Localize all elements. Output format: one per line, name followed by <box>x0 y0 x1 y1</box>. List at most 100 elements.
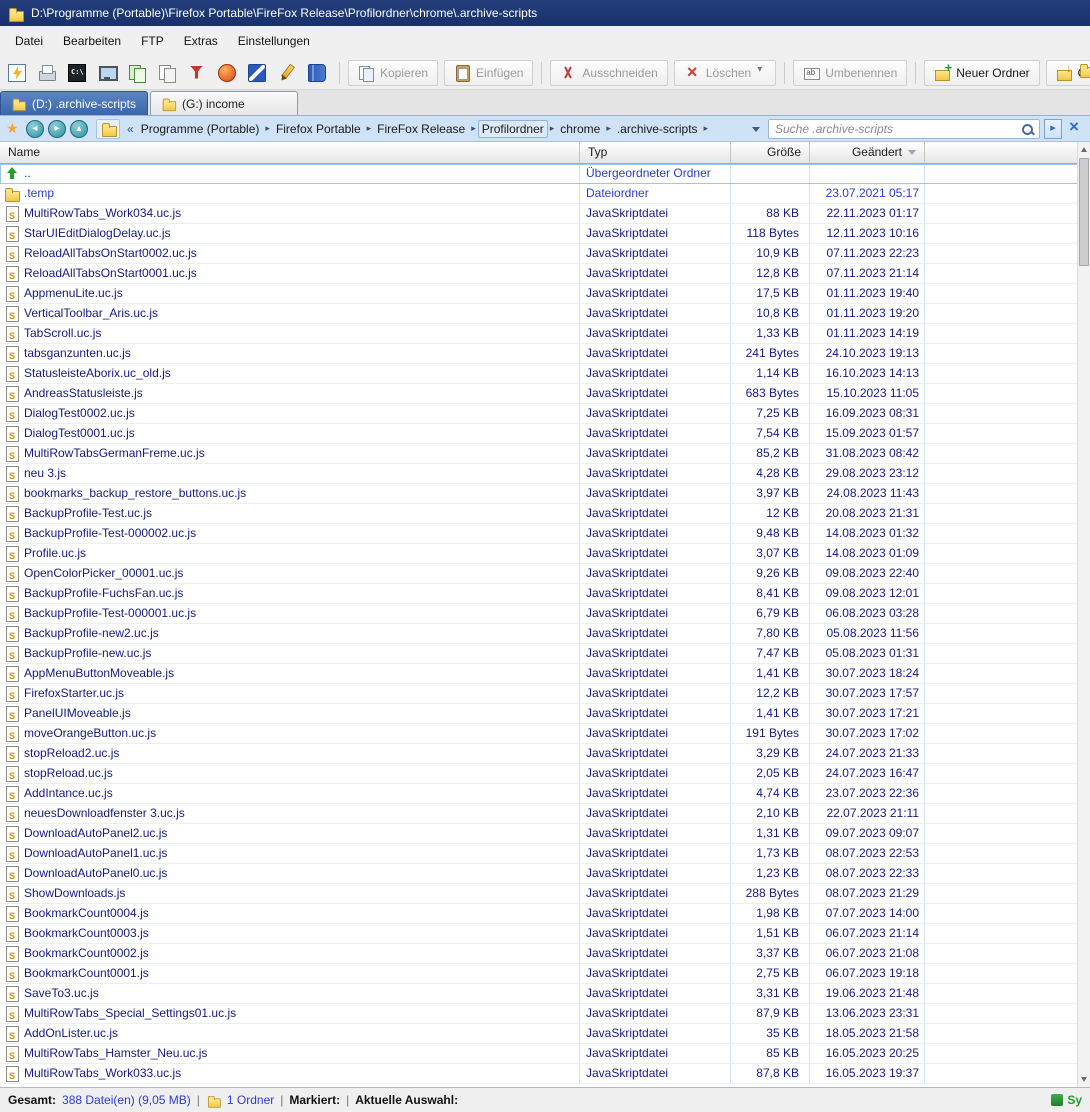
column-header-type[interactable]: Typ <box>580 142 731 163</box>
forward-button[interactable] <box>48 120 66 138</box>
flag-button[interactable] <box>244 60 270 86</box>
table-row[interactable]: MultiRowTabs_Hamster_Neu.uc.js JavaSkrip… <box>0 1044 1090 1064</box>
menu-item-ftp[interactable]: FTP <box>132 30 173 52</box>
table-row[interactable]: TabScroll.uc.js JavaSkriptdatei 1,33 KB … <box>0 324 1090 344</box>
table-row[interactable]: VerticalToolbar_Aris.uc.js JavaSkriptdat… <box>0 304 1090 324</box>
table-row[interactable]: stopReload2.uc.js JavaSkriptdatei 3,29 K… <box>0 744 1090 764</box>
scroll-down-button[interactable] <box>1078 1072 1090 1087</box>
table-row[interactable]: BackupProfile-new2.uc.js JavaSkriptdatei… <box>0 624 1090 644</box>
breadcrumb-item-programme-portable[interactable]: Programme (Portable) <box>137 120 264 138</box>
file-name: BackupProfile-FuchsFan.uc.js <box>24 584 183 603</box>
menu-item-bearbeiten[interactable]: Bearbeiten <box>54 30 130 52</box>
breadcrumb-item-firefox-release[interactable]: FireFox Release <box>373 120 469 138</box>
table-row[interactable]: ReloadAllTabsOnStart0001.uc.js JavaSkrip… <box>0 264 1090 284</box>
table-row[interactable]: Profile.uc.js JavaSkriptdatei 3,07 KB 14… <box>0 544 1090 564</box>
archive-button[interactable] <box>304 60 330 86</box>
table-row[interactable]: FirefoxStarter.uc.js JavaSkriptdatei 12,… <box>0 684 1090 704</box>
table-row[interactable]: BookmarkCount0002.js JavaSkriptdatei 3,3… <box>0 944 1090 964</box>
table-row[interactable]: StatusleisteAborix.uc_old.js JavaSkriptd… <box>0 364 1090 384</box>
cut-icon <box>560 65 576 81</box>
copy-layout-button[interactable] <box>124 60 150 86</box>
table-row[interactable]: MultiRowTabsGermanFreme.uc.js JavaSkript… <box>0 444 1090 464</box>
table-row[interactable]: BackupProfile-Test-000001.uc.js JavaSkri… <box>0 604 1090 624</box>
table-row[interactable]: DownloadAutoPanel2.uc.js JavaSkriptdatei… <box>0 824 1090 844</box>
print-button[interactable] <box>34 60 60 86</box>
table-row[interactable]: AddOnLister.uc.js JavaSkriptdatei 35 KB … <box>0 1024 1090 1044</box>
current-folder-button[interactable] <box>96 119 120 139</box>
up-button[interactable] <box>70 120 88 138</box>
table-row[interactable]: OpenColorPicker_00001.uc.js JavaSkriptda… <box>0 564 1090 584</box>
filter-icon <box>188 64 206 82</box>
table-row[interactable]: BackupProfile-Test.uc.js JavaSkriptdatei… <box>0 504 1090 524</box>
table-row[interactable]: DownloadAutoPanel1.uc.js JavaSkriptdatei… <box>0 844 1090 864</box>
table-row[interactable]: .temp Dateiordner 23.07.2021 05:17 <box>0 184 1090 204</box>
table-row[interactable]: BackupProfile-Test-000002.uc.js JavaSkri… <box>0 524 1090 544</box>
umbenennen-button[interactable]: Umbenennen <box>793 60 907 86</box>
search-input[interactable] <box>769 120 1039 138</box>
table-row[interactable]: MultiRowTabs_Work034.uc.js JavaSkriptdat… <box>0 204 1090 224</box>
l-schen-button[interactable]: Löschen <box>674 60 776 86</box>
tab-g-income[interactable]: (G:) income <box>150 91 298 115</box>
table-row[interactable]: AndreasStatusleiste.js JavaSkriptdatei 6… <box>0 384 1090 404</box>
favorites-star-icon[interactable] <box>6 121 22 137</box>
filter-close-button[interactable] <box>1066 119 1084 139</box>
table-row[interactable]: SaveTo3.uc.js JavaSkriptdatei 3,31 KB 19… <box>0 984 1090 1004</box>
search-icon[interactable] <box>1021 123 1035 137</box>
breadcrumb-item-chrome[interactable]: chrome <box>556 120 604 138</box>
table-row[interactable]: MultiRowTabs_Special_Settings01.uc.js Ja… <box>0 1004 1090 1024</box>
column-header-name[interactable]: Name <box>0 142 580 163</box>
back-button[interactable] <box>26 120 44 138</box>
table-row[interactable]: DialogTest0001.uc.js JavaSkriptdatei 7,5… <box>0 424 1090 444</box>
table-row[interactable]: PanelUIMoveable.js JavaSkriptdatei 1,41 … <box>0 704 1090 724</box>
tab-d-archive-scripts[interactable]: (D:) .archive-scripts <box>0 91 148 115</box>
einf-gen-button[interactable]: Einfügen <box>444 60 533 86</box>
menu-item-extras[interactable]: Extras <box>175 30 227 52</box>
table-row[interactable]: AppmenuLite.uc.js JavaSkriptdatei 17,5 K… <box>0 284 1090 304</box>
breadcrumb-item-firefox-portable[interactable]: Firefox Portable <box>272 120 365 138</box>
table-row[interactable]: bookmarks_backup_restore_buttons.uc.js J… <box>0 484 1090 504</box>
table-row[interactable]: DialogTest0002.uc.js JavaSkriptdatei 7,2… <box>0 404 1090 424</box>
table-row[interactable]: tabsganzunten.uc.js JavaSkriptdatei 241 … <box>0 344 1090 364</box>
kopieren-button[interactable]: Kopieren <box>348 60 438 86</box>
filter-button[interactable] <box>184 60 210 86</box>
breadcrumb-item-profilordner[interactable]: Profilordner <box>478 120 548 138</box>
table-row[interactable]: BackupProfile-new.uc.js JavaSkriptdatei … <box>0 644 1090 664</box>
table-row[interactable]: BookmarkCount0004.js JavaSkriptdatei 1,9… <box>0 904 1090 924</box>
table-row[interactable]: StarUIEditDialogDelay.uc.js JavaSkriptda… <box>0 224 1090 244</box>
file-name: neu 3.js <box>24 464 66 483</box>
table-row[interactable]: BookmarkCount0001.js JavaSkriptdatei 2,7… <box>0 964 1090 984</box>
table-row[interactable]: neuesDownloadfenster 3.uc.js JavaSkriptd… <box>0 804 1090 824</box>
edit-button[interactable] <box>274 60 300 86</box>
breadcrumb-item-archive-scripts[interactable]: .archive-scripts <box>613 120 702 138</box>
table-row[interactable]: ShowDownloads.js JavaSkriptdatei 288 Byt… <box>0 884 1090 904</box>
table-row[interactable]: DownloadAutoPanel0.uc.js JavaSkriptdatei… <box>0 864 1090 884</box>
table-row[interactable]: AddIntance.uc.js JavaSkriptdatei 4,74 KB… <box>0 784 1090 804</box>
vertical-scrollbar[interactable] <box>1077 142 1090 1087</box>
ausschneiden-button[interactable]: Ausschneiden <box>550 60 667 86</box>
browser-button[interactable] <box>214 60 240 86</box>
console-button[interactable] <box>64 60 90 86</box>
table-row[interactable]: BackupProfile-FuchsFan.uc.js JavaSkriptd… <box>0 584 1090 604</box>
table-row[interactable]: stopReload.uc.js JavaSkriptdatei 2,05 KB… <box>0 764 1090 784</box>
search-go-button[interactable] <box>1044 119 1062 139</box>
sync-button[interactable] <box>4 60 30 86</box>
table-row[interactable]: neu 3.js JavaSkriptdatei 4,28 KB 29.08.2… <box>0 464 1090 484</box>
menu-item-einstellungen[interactable]: Einstellungen <box>229 30 319 52</box>
screen-button[interactable] <box>94 60 120 86</box>
menu-item-datei[interactable]: Datei <box>6 30 52 52</box>
table-row[interactable]: BookmarkCount0003.js JavaSkriptdatei 1,5… <box>0 924 1090 944</box>
scrollbar-thumb[interactable] <box>1079 158 1089 266</box>
script-file-icon <box>4 986 19 1001</box>
script-file-icon <box>4 726 19 741</box>
table-row[interactable]: .. Übergeordneter Ordner <box>0 164 1090 184</box>
breadcrumb-dropdown[interactable] <box>748 120 764 138</box>
scroll-up-button[interactable] <box>1078 142 1090 157</box>
layout-button[interactable] <box>154 60 180 86</box>
table-row[interactable]: AppMenuButtonMoveable.js JavaSkriptdatei… <box>0 664 1090 684</box>
table-row[interactable]: moveOrangeButton.uc.js JavaSkriptdatei 1… <box>0 724 1090 744</box>
column-header-modified[interactable]: Geändert <box>810 142 925 163</box>
table-row[interactable]: ReloadAllTabsOnStart0002.uc.js JavaSkrip… <box>0 244 1090 264</box>
table-row[interactable]: MultiRowTabs_Work033.uc.js JavaSkriptdat… <box>0 1064 1090 1084</box>
column-header-size[interactable]: Größe <box>731 142 810 163</box>
neuer-ordner-button[interactable]: Neuer Ordner <box>924 60 1039 86</box>
